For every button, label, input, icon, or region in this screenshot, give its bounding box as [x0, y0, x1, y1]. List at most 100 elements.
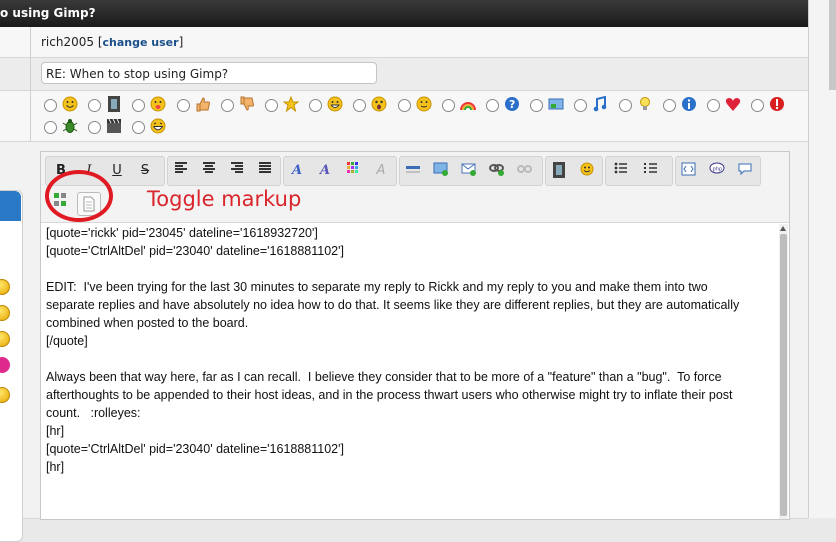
page-scrollbar-thumb[interactable] — [829, 0, 836, 90]
message-textarea[interactable]: [quote='rickk' pid='23045' dateline='161… — [46, 224, 774, 516]
php-icon[interactable]: php — [708, 162, 726, 180]
change-user-link[interactable]: change user — [103, 36, 179, 49]
question-icon[interactable]: ? — [504, 96, 520, 112]
info-icon[interactable] — [681, 96, 697, 112]
smile-icon[interactable] — [0, 305, 10, 321]
exclamation-icon[interactable] — [769, 96, 785, 112]
text-line: [hr] — [46, 424, 65, 438]
text-line: [hr] — [46, 460, 65, 474]
smile-icon[interactable] — [0, 387, 10, 403]
color-palette-icon[interactable] — [344, 162, 362, 180]
post-icon-radio[interactable] — [220, 99, 234, 112]
remove-format-icon[interactable]: A — [372, 162, 390, 180]
clapperboard-icon[interactable] — [106, 118, 122, 134]
text-line: afterthoughts to be appended to their ho… — [46, 388, 733, 402]
post-icon-radio[interactable] — [44, 99, 57, 112]
text-line: count. :rolleyes: — [46, 406, 141, 420]
rainbow-icon[interactable] — [459, 96, 476, 112]
laugh-icon[interactable] — [150, 118, 166, 134]
text-line — [46, 350, 774, 368]
insert-email-icon[interactable] — [460, 162, 478, 180]
smile-icon[interactable] — [62, 96, 78, 112]
code-icon[interactable] — [680, 162, 698, 180]
numbered-list-icon[interactable] — [642, 162, 660, 180]
post-icon-radio[interactable] — [441, 99, 455, 112]
window-title: o using Gimp? — [0, 6, 96, 20]
film-icon[interactable] — [106, 96, 122, 112]
smile-icon[interactable] — [0, 279, 10, 295]
strike-button[interactable]: S — [136, 162, 154, 180]
media-group — [545, 156, 603, 186]
text-line: EDIT: I've been trying for the last 30 m… — [46, 280, 708, 294]
subject-input[interactable]: RE: When to stop using Gimp? — [41, 62, 377, 84]
align-left-icon[interactable] — [172, 162, 190, 180]
bulb-icon[interactable] — [637, 96, 653, 112]
star-icon[interactable] — [282, 95, 300, 113]
textarea-scrollbar[interactable] — [779, 224, 788, 519]
text-line: combined when posted to the board. — [46, 316, 249, 330]
post-icon-radio[interactable] — [176, 99, 190, 112]
align-center-icon[interactable] — [200, 162, 218, 180]
text-line: [quote='CtrlAltDel' pid='23040' dateline… — [46, 244, 344, 258]
unlink-icon[interactable] — [516, 162, 534, 180]
annotation-label: Toggle markup — [147, 187, 302, 211]
heart-icon[interactable] — [725, 96, 741, 112]
heart-icon[interactable] — [0, 357, 10, 373]
bracket-close: ] — [178, 35, 184, 49]
justify-icon[interactable] — [256, 162, 274, 180]
user-row: rich2005 [change user] — [0, 27, 808, 58]
scroll-up-icon[interactable] — [780, 226, 786, 231]
post-icon-radio[interactable] — [44, 121, 57, 134]
music-icon[interactable] — [592, 95, 608, 112]
smilies-side-panel — [0, 190, 23, 542]
row-label-cell — [0, 27, 31, 57]
underline-button[interactable]: U — [108, 162, 126, 180]
text-line: Always been that way here, far as I can … — [46, 370, 722, 384]
align-right-icon[interactable] — [228, 162, 246, 180]
post-icon-radio[interactable] — [265, 99, 278, 112]
thumbs-down-icon[interactable] — [239, 96, 255, 112]
side-panel-header — [0, 191, 21, 221]
insert-link-icon[interactable] — [488, 162, 506, 180]
text-line: [quote='CtrlAltDel' pid='23040' dateline… — [46, 442, 344, 456]
emoticon-icon[interactable] — [578, 162, 596, 180]
row-label-cell — [0, 58, 31, 90]
insert-image-icon[interactable] — [432, 162, 450, 180]
horizontal-rule-icon[interactable] — [404, 162, 422, 180]
username: rich2005 — [41, 35, 95, 49]
post-icon-radio[interactable] — [397, 99, 411, 112]
post-icon-radio[interactable] — [662, 99, 676, 112]
post-icon-radio[interactable] — [618, 99, 632, 112]
grin-icon[interactable] — [327, 96, 343, 112]
text-line: [quote='rickk' pid='23045' dateline='161… — [46, 226, 318, 240]
shocked-icon[interactable] — [371, 96, 387, 112]
scrollbar-thumb[interactable] — [780, 234, 787, 516]
text-line: separate replies and have absolutely no … — [46, 298, 740, 312]
page-scrollbar[interactable] — [808, 0, 836, 518]
bug-icon[interactable] — [62, 118, 78, 134]
quote-icon[interactable] — [736, 162, 754, 180]
list-group — [605, 156, 673, 186]
text-line: [/quote] — [46, 334, 88, 348]
post-icon-radio[interactable] — [486, 99, 499, 112]
post-icon-radio[interactable] — [707, 99, 720, 112]
happy-icon[interactable] — [416, 96, 432, 112]
font-group: A A A — [283, 156, 397, 186]
tongue-icon[interactable] — [150, 96, 166, 112]
bullet-list-icon[interactable] — [612, 162, 630, 180]
font-icon[interactable]: A — [288, 162, 306, 180]
alignment-group — [167, 156, 281, 186]
code-group: php — [675, 156, 761, 186]
annotation-circle — [45, 170, 113, 222]
image-icon[interactable] — [548, 96, 564, 112]
smile-icon[interactable] — [0, 331, 10, 347]
thumbs-up-icon[interactable] — [195, 96, 211, 112]
svg-text:php: php — [713, 167, 723, 173]
svg-text:?: ? — [509, 98, 515, 111]
text-line — [46, 260, 774, 278]
insert-group — [399, 156, 543, 186]
font-size-icon[interactable]: A — [316, 162, 334, 180]
username-line: rich2005 [change user] — [41, 35, 183, 49]
video-icon[interactable] — [550, 162, 568, 180]
window-titlebar: o using Gimp? — [0, 0, 836, 27]
